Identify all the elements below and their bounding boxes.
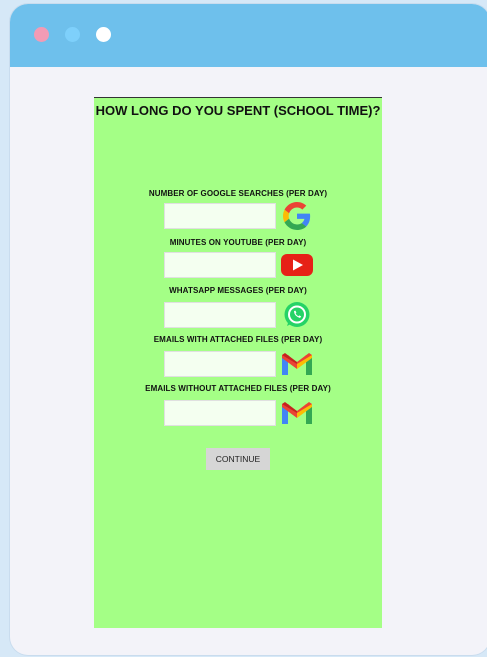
youtube-minutes-input[interactable] — [164, 252, 276, 278]
youtube-icon — [280, 252, 314, 278]
window-titlebar — [10, 4, 487, 67]
whatsapp-messages-label: WHATSAPP MESSAGES (PER DAY) — [169, 286, 307, 295]
youtube-minutes-label: MINUTES ON YOUTUBE (PER DAY) — [169, 238, 307, 247]
gmail-icon — [280, 400, 314, 426]
whatsapp-messages-input[interactable] — [164, 302, 276, 328]
google-icon — [280, 202, 314, 230]
continue-button[interactable]: CONTINUE — [206, 448, 270, 470]
page-title: HOW LONG DO YOU SPENT (SCHOOL TIME)? — [95, 103, 381, 118]
browser-window: HOW LONG DO YOU SPENT (SCHOOL TIME)? NUM… — [10, 4, 487, 655]
minimize-dot-icon[interactable] — [65, 27, 80, 42]
emails-with-files-label: EMAILS WITH ATTACHED FILES (PER DAY) — [153, 335, 323, 344]
close-dot-icon[interactable] — [34, 27, 49, 42]
emails-without-files-input[interactable] — [164, 400, 276, 426]
google-searches-label: NUMBER OF GOOGLE SEARCHES (PER DAY) — [148, 189, 328, 198]
emails-without-files-label: EMAILS WITHOUT ATTACHED FILES (PER DAY) — [145, 384, 331, 393]
form-screen: HOW LONG DO YOU SPENT (SCHOOL TIME)? NUM… — [94, 97, 382, 628]
whatsapp-icon — [280, 302, 314, 328]
emails-with-files-input[interactable] — [164, 351, 276, 377]
gmail-icon — [280, 351, 314, 377]
maximize-dot-icon[interactable] — [96, 27, 111, 42]
google-searches-input[interactable] — [164, 203, 276, 229]
